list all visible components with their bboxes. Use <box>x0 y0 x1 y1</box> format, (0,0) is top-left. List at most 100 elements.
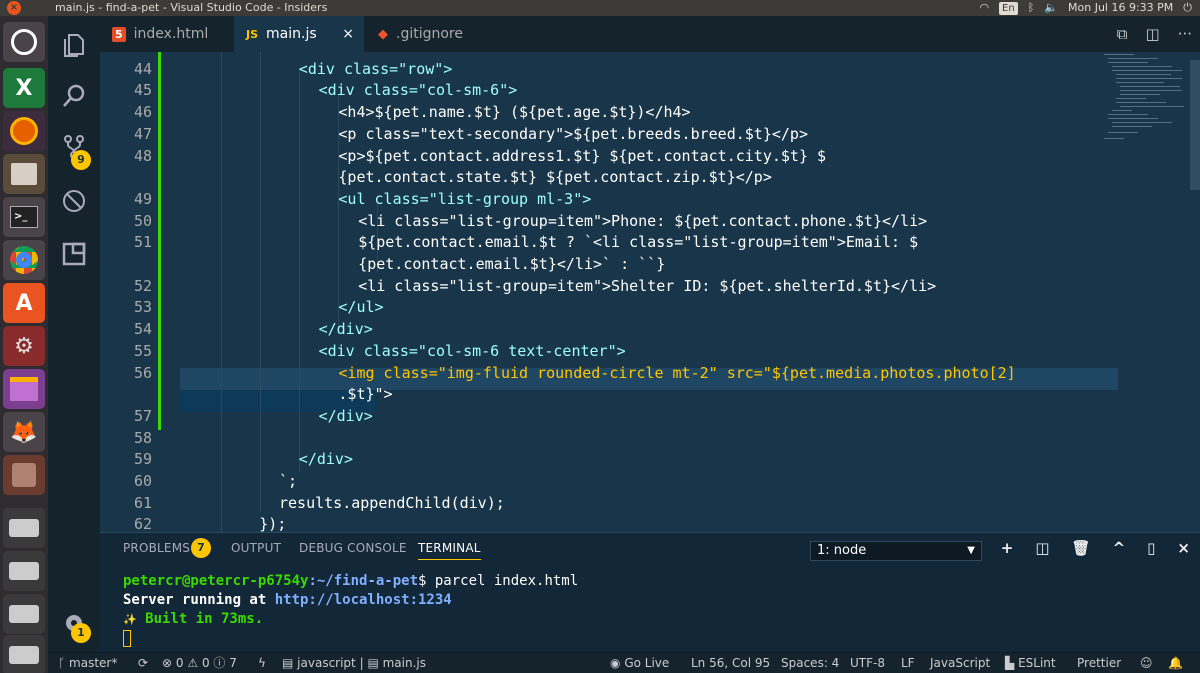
line-number: 43 <box>100 52 152 56</box>
volume-icon[interactable]: 🔈 <box>1044 0 1058 16</box>
split-terminal-icon[interactable]: ◫ <box>1035 539 1049 557</box>
status-bar: ᚴ master* ⟳ ⊗ 0 ⚠ 0 ⓘ 7 ϟ ▤ javascript |… <box>48 652 1200 673</box>
info-icon: ⓘ <box>213 656 226 670</box>
indentation[interactable]: Spaces: 4 <box>781 653 839 673</box>
cursor-position[interactable]: Ln 56, Col 95 <box>691 653 770 673</box>
git-modified-gutter <box>158 52 161 430</box>
wifi-icon[interactable]: ◠ <box>979 0 989 16</box>
line-number: 56 <box>133 363 152 382</box>
tab-problems[interactable]: PROBLEMS <box>123 541 190 555</box>
search-icon[interactable] <box>48 71 100 121</box>
language-mode[interactable]: JavaScript <box>930 653 990 673</box>
line-number: 45 <box>133 81 152 100</box>
trash-icon[interactable]: 🗑 <box>1072 539 1091 557</box>
minimap[interactable] <box>1100 52 1190 152</box>
close-panel-icon[interactable]: × <box>1177 539 1190 557</box>
app-icon[interactable] <box>3 369 45 409</box>
code-line: <ul class="list-group ml-3"> <box>338 189 592 208</box>
drive-icon[interactable] <box>3 508 45 548</box>
firefox-icon[interactable] <box>3 111 45 151</box>
sync-icon[interactable]: ⟳ <box>138 653 148 673</box>
editor-actions: ⧉ ◫ ··· <box>1117 16 1192 52</box>
broadcast-icon: ◉ <box>610 656 621 670</box>
problems-count-badge: 7 <box>191 538 211 558</box>
code-line: </div> <box>318 320 373 339</box>
code-line: <h4>${pet.name.$t} (${pet.age.$t})</h4> <box>338 103 691 122</box>
code-line: <li class="list-group=item">Phone: ${pet… <box>358 211 928 230</box>
line-number: 55 <box>133 341 152 360</box>
terminal-app-icon[interactable]: >_ <box>3 197 45 237</box>
sparkles-icon: ✨ <box>123 613 137 626</box>
line-number: 50 <box>133 211 152 230</box>
line-number: 60 <box>133 472 152 490</box>
gimp-icon[interactable]: 🦊 <box>3 412 45 452</box>
eslint-status[interactable]: ▙ ESLint <box>1005 653 1056 673</box>
files-icon[interactable] <box>3 154 45 194</box>
settings-badge: 1 <box>71 623 91 643</box>
close-tab-icon[interactable]: × <box>342 26 354 42</box>
maximize-panel-icon[interactable]: ^ <box>1113 539 1126 557</box>
line-number: 49 <box>133 189 152 208</box>
code-line: {pet.contact.state.$t} ${pet.contact.zip… <box>338 168 772 187</box>
code-line: </div> <box>298 450 353 469</box>
source-control-badge: 9 <box>71 150 91 170</box>
js-icon: JS <box>246 27 259 41</box>
code-line: {pet.contact.email.$t}</li>` : ``} <box>358 255 666 273</box>
tab-main-js[interactable]: JS main.js × <box>234 16 364 52</box>
smiley-feedback-icon[interactable]: ☺ <box>1140 653 1153 673</box>
drive-icon[interactable] <box>3 594 45 634</box>
line-number: 51 <box>133 233 152 252</box>
bluetooth-icon[interactable]: ᛒ <box>1028 0 1035 16</box>
system-settings-icon[interactable]: ⚙ <box>3 326 45 366</box>
localhost-link[interactable]: http://localhost:1234 <box>275 592 452 608</box>
breadcrumb[interactable]: ▤ javascript | ▤ main.js <box>282 653 426 673</box>
file-icon: ▤ <box>367 656 379 670</box>
end-of-line[interactable]: LF <box>901 653 915 673</box>
tab-debug-console[interactable]: DEBUG CONSOLE <box>299 541 407 555</box>
more-actions-icon[interactable]: ··· <box>1178 25 1192 43</box>
line-number: 58 <box>133 428 152 447</box>
tab-output[interactable]: OUTPUT <box>231 541 281 555</box>
tab-terminal[interactable]: TERMINAL <box>418 541 481 560</box>
go-live-button[interactable]: ◉ Go Live <box>610 653 669 673</box>
system-tray: ◠ En ᛒ 🔈 Mon Jul 16 9:33 PM ⏻ <box>979 0 1192 16</box>
explorer-icon[interactable] <box>48 20 100 70</box>
toggle-panel-icon[interactable]: ▯ <box>1147 539 1155 557</box>
line-number: 47 <box>133 124 152 143</box>
notifications-bell-icon[interactable]: 🔔 <box>1168 653 1183 673</box>
tab-index-html[interactable]: 5 index.html <box>100 16 232 52</box>
system-clock[interactable]: Mon Jul 16 9:33 PM <box>1068 0 1173 16</box>
code-line: <div class="col-sm-6 text-center"> <box>318 341 626 360</box>
code-line: <div class="col-sm-6"> <box>318 81 518 100</box>
debug-icon[interactable] <box>48 176 100 226</box>
lightning-icon[interactable]: ϟ <box>258 653 266 673</box>
branch-indicator[interactable]: ᚴ master* <box>58 653 117 673</box>
chrome-icon[interactable] <box>3 240 45 280</box>
ubuntu-dash-icon[interactable] <box>3 22 45 62</box>
drive-icon[interactable] <box>3 551 45 591</box>
spreadsheet-app-icon[interactable]: X <box>3 68 45 108</box>
code-line: <img class="img-fluid rounded-circle mt-… <box>338 363 1016 382</box>
keyboard-layout-indicator[interactable]: En <box>999 1 1018 15</box>
encoding[interactable]: UTF-8 <box>850 653 885 673</box>
terminal-select[interactable]: 1: node ▼ <box>810 541 982 561</box>
open-changes-icon[interactable]: ⧉ <box>1117 25 1128 43</box>
archive-icon[interactable] <box>3 455 45 495</box>
new-terminal-icon[interactable]: + <box>1001 539 1014 557</box>
terminal-built-line: ✨ Built in 73ms. <box>123 611 264 627</box>
drive-icon[interactable] <box>3 635 45 673</box>
line-number: 48 <box>133 146 152 165</box>
prettier-status[interactable]: Prettier <box>1077 653 1121 673</box>
editor-scrollbar-thumb[interactable] <box>1190 60 1200 190</box>
problems-indicator[interactable]: ⊗ 0 ⚠ 0 ⓘ 7 <box>162 653 237 673</box>
code-editor[interactable]: 43 div.innerHTML = ` 44 <div class="row"> 45… <box>100 52 1200 532</box>
terminal-prompt-line: petercr@petercr-p6754y:~/find-a-pet$ par… <box>123 573 579 589</box>
split-editor-icon[interactable]: ◫ <box>1146 25 1160 43</box>
code-line: <p class="text-secondary">${pet.breeds.b… <box>338 124 808 143</box>
software-center-icon[interactable]: A <box>3 283 45 323</box>
code-line: }); <box>259 515 287 532</box>
power-icon[interactable]: ⏻ <box>1183 0 1192 16</box>
close-window-icon[interactable]: × <box>7 1 21 15</box>
extensions-icon[interactable] <box>48 229 100 279</box>
tab-gitignore[interactable]: ◆ .gitignore <box>366 16 496 52</box>
